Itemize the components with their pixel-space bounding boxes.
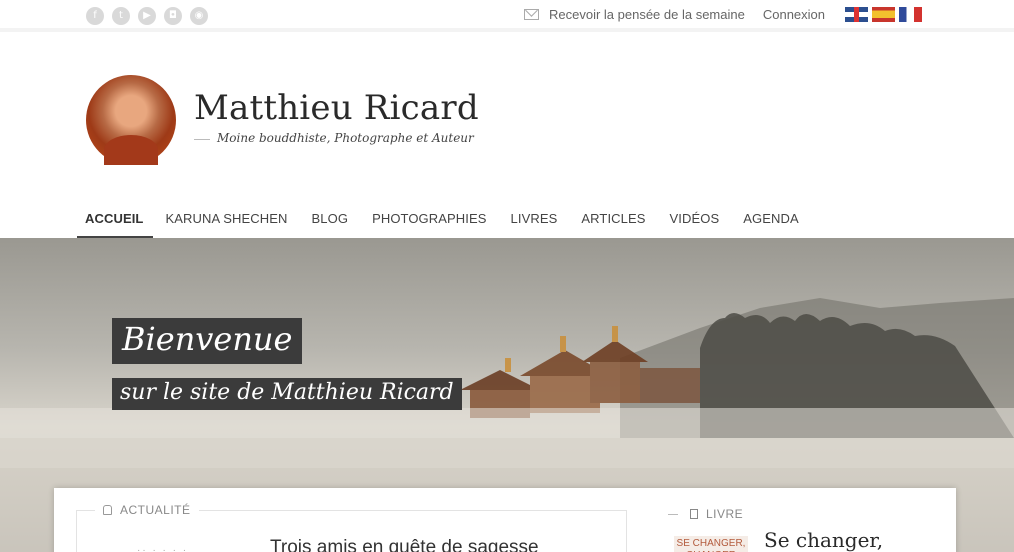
rss-icon[interactable]: ◉ [190, 7, 208, 25]
twitter-icon[interactable]: t [112, 7, 130, 25]
news-thumbnail[interactable]: ·· · · · · [137, 545, 188, 552]
nav-item-articles[interactable]: ARTICLES [569, 200, 657, 238]
book-section-label: LIVRE [668, 507, 744, 521]
nav-item-agenda[interactable]: AGENDA [731, 200, 811, 238]
book-label-text: LIVRE [706, 507, 744, 521]
nav-item-blog[interactable]: BLOG [300, 200, 361, 238]
mail-icon [524, 9, 539, 20]
lock-icon [103, 505, 112, 515]
main-nav: ACCUEIL KARUNA SHECHEN BLOG PHOTOGRAPHIE… [77, 200, 811, 238]
english-flag-icon[interactable] [845, 7, 868, 22]
book-icon [690, 509, 698, 519]
social-links: f t ▶ ◘ ◉ [86, 7, 208, 25]
book-cover[interactable]: SE CHANGER, CHANGER [674, 536, 748, 552]
nav-item-karuna-shechen[interactable]: KARUNA SHECHEN [153, 200, 299, 238]
nav-item-photographies[interactable]: PHOTOGRAPHIES [360, 200, 498, 238]
author-avatar[interactable] [86, 75, 176, 165]
spanish-flag-icon[interactable] [872, 7, 895, 22]
section-divider [668, 513, 678, 515]
top-right-links: Recevoir la pensée de la semaine Connexi… [524, 7, 922, 22]
top-bar: f t ▶ ◘ ◉ Recevoir la pensée de la semai… [0, 0, 1014, 32]
news-section-label: ACTUALITÉ [95, 503, 199, 517]
french-flag-icon[interactable] [899, 7, 922, 22]
tagline-divider [194, 139, 210, 140]
content-card: ACTUALITÉ ·· · · · · Trois amis en quête… [54, 488, 956, 552]
youtube-icon[interactable]: ▶ [138, 7, 156, 25]
newsletter-link[interactable]: Recevoir la pensée de la semaine [549, 7, 745, 22]
book-title-link[interactable]: Se changer, [764, 528, 883, 552]
nav-item-videos[interactable]: VIDÉOS [658, 200, 732, 238]
instagram-icon[interactable]: ◘ [164, 7, 182, 25]
facebook-icon[interactable]: f [86, 7, 104, 25]
hero-welcome-subtitle: sur le site de Matthieu Ricard [112, 378, 462, 410]
news-section: ACTUALITÉ ·· · · · · Trois amis en quête… [76, 503, 627, 552]
login-link[interactable]: Connexion [763, 7, 825, 22]
language-switcher [845, 7, 922, 22]
nav-item-accueil[interactable]: ACCUEIL [77, 200, 154, 238]
hero-welcome-title: Bienvenue [112, 318, 303, 364]
nav-item-livres[interactable]: LIVRES [499, 200, 570, 238]
news-title-link[interactable]: Trois amis en quête de sagesse [270, 537, 539, 552]
site-title[interactable]: Matthieu Ricard [194, 88, 479, 128]
news-label-text: ACTUALITÉ [120, 503, 191, 517]
site-tagline: Moine bouddhiste, Photographe et Auteur [217, 131, 474, 145]
